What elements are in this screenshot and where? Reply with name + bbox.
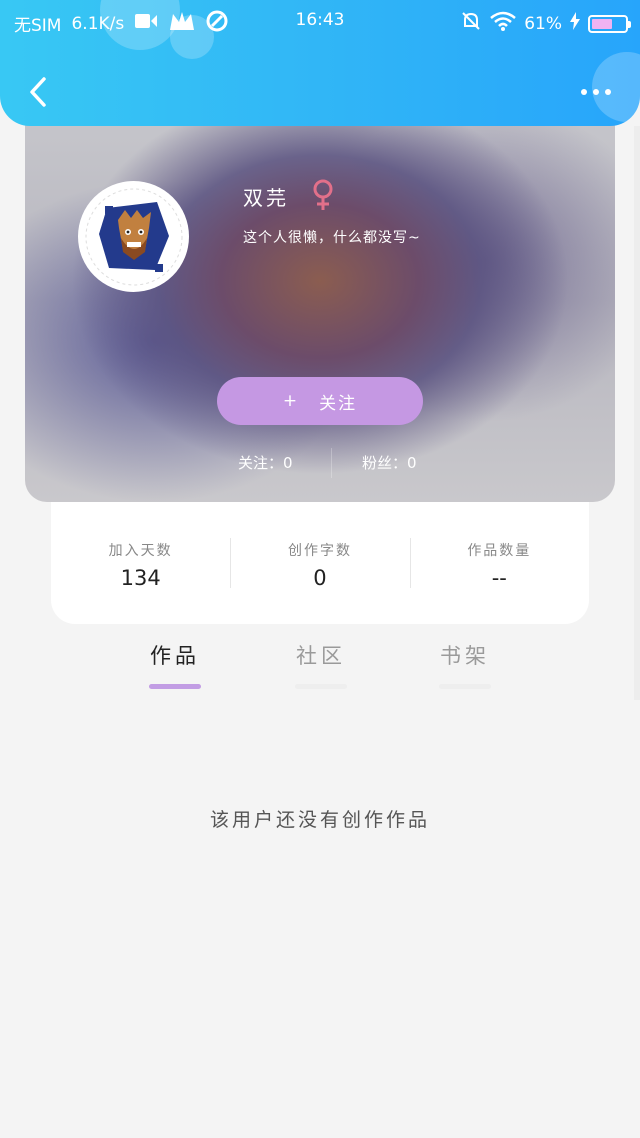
- fans-count[interactable]: 粉丝：0: [362, 452, 417, 473]
- username: 双芫: [243, 186, 289, 210]
- more-dot-icon: [593, 89, 599, 95]
- summary-card: 加入天数 134 创作字数 0 作品数量 --: [51, 502, 589, 624]
- more-options-button[interactable]: [574, 80, 618, 104]
- avatar-image: [85, 188, 182, 285]
- chevron-left-icon: [30, 77, 46, 107]
- user-bio: 这个人很懒，什么都没写~: [243, 230, 421, 246]
- tab-indicator: [295, 684, 347, 689]
- tab-works[interactable]: 作品: [120, 640, 230, 689]
- tab-bookshelf[interactable]: 书架: [410, 640, 520, 689]
- plus-icon: +: [282, 391, 300, 411]
- female-gender-icon: [312, 178, 334, 216]
- avatar[interactable]: [78, 181, 189, 292]
- summary-value: --: [491, 566, 507, 590]
- follow-label: 关注: [319, 393, 358, 414]
- tab-indicator: [149, 684, 201, 689]
- summary-word-count: 创作字数 0: [230, 502, 409, 624]
- empty-state-message: 该用户还没有创作作品: [209, 809, 430, 831]
- status-right: 61%: [460, 10, 631, 37]
- summary-join-days: 加入天数 134: [51, 502, 230, 624]
- summary-label: 加入天数: [108, 543, 173, 559]
- wifi-icon: [490, 11, 517, 36]
- profile-card: 双芫 这个人很懒，什么都没写~ + 关注 关注：0 粉丝：0: [25, 100, 615, 502]
- battery-level-fill: [592, 18, 612, 29]
- summary-value: 0: [313, 566, 327, 590]
- tab-label: 书架: [440, 644, 490, 668]
- more-dot-icon: [605, 89, 611, 95]
- following-count[interactable]: 关注：0: [238, 452, 293, 473]
- tab-bar: 作品 社区 书架: [0, 640, 640, 700]
- summary-label: 创作字数: [287, 543, 352, 559]
- top-header: 无SIM 6.1K/s 16:43 61%: [0, 0, 640, 126]
- charging-icon: [570, 12, 580, 35]
- tab-community[interactable]: 社区: [266, 640, 376, 689]
- summary-value: 134: [120, 566, 161, 590]
- tab-label: 社区: [296, 644, 346, 668]
- more-dot-icon: [581, 89, 587, 95]
- works-content: 该用户还没有创作作品: [0, 700, 640, 1138]
- tab-label: 作品: [150, 644, 200, 668]
- follow-button[interactable]: + 关注: [217, 377, 423, 425]
- battery-icon: [588, 14, 631, 33]
- tab-indicator: [439, 684, 491, 689]
- back-button[interactable]: [18, 70, 58, 114]
- summary-works-count: 作品数量 --: [409, 502, 589, 624]
- battery-percent: 61%: [524, 13, 562, 34]
- scroll-edge: [634, 126, 640, 700]
- status-bar: 无SIM 6.1K/s 16:43 61%: [0, 0, 640, 44]
- stats-divider: [331, 448, 332, 478]
- summary-label: 作品数量: [467, 543, 532, 559]
- mute-bell-icon: [460, 10, 482, 37]
